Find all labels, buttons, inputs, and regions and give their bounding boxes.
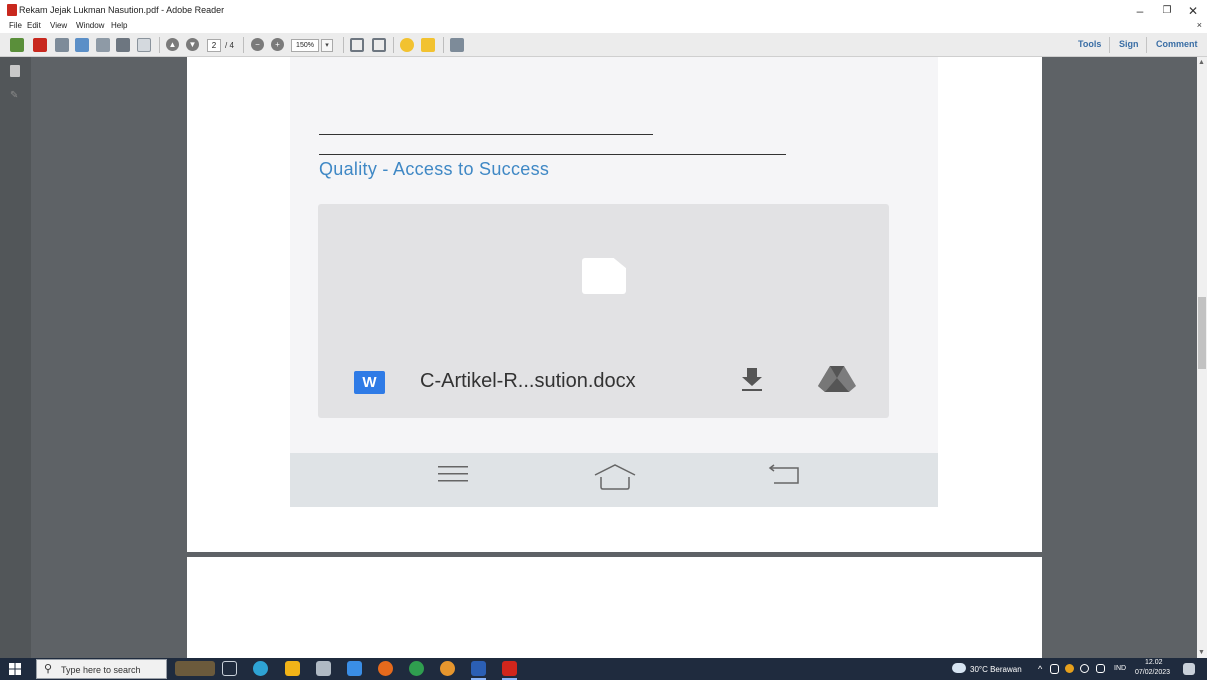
- zoom-dropdown-button[interactable]: ▾: [321, 39, 333, 52]
- edge-icon[interactable]: [253, 661, 268, 676]
- toolbar-divider: [443, 37, 444, 53]
- page-thumbnails-icon[interactable]: [10, 65, 20, 77]
- toolbar-divider: [393, 37, 394, 53]
- restore-button[interactable]: ❐: [1157, 4, 1177, 18]
- zoom-out-icon[interactable]: −: [251, 38, 264, 51]
- navigation-pane: ✎: [0, 57, 31, 658]
- page-number-input[interactable]: 2: [207, 39, 221, 52]
- windows-start-icon[interactable]: [9, 663, 21, 675]
- search-placeholder: Type here to search: [61, 665, 141, 675]
- email-tagline: Quality - Access to Success: [319, 159, 550, 179]
- fit-page-icon[interactable]: [350, 38, 364, 52]
- clock-date[interactable]: 07/02/2023: [1135, 669, 1170, 676]
- language-indicator[interactable]: IND: [1114, 665, 1126, 672]
- create-pdf-icon[interactable]: [10, 38, 24, 52]
- comment-button[interactable]: Comment: [1156, 39, 1198, 49]
- back-icon: [768, 464, 799, 484]
- comment-icon[interactable]: [400, 38, 414, 52]
- pdf-page: [187, 557, 1042, 658]
- signature-line: [319, 134, 653, 135]
- document-viewport[interactable]: Quality - Access to Success W C-Artikel-…: [31, 57, 1197, 658]
- phone-navigation-bar: [290, 453, 938, 507]
- menu-view[interactable]: View: [50, 21, 67, 30]
- adobe-reader-window: Rekam Jejak Lukman Nasution.pdf - Adobe …: [0, 0, 1207, 680]
- pdf-page: Quality - Access to Success W C-Artikel-…: [187, 57, 1042, 552]
- word-app-icon[interactable]: [471, 661, 486, 676]
- windows-taskbar: ⚲ Type here to search 30°C Berawan ^ IND…: [0, 658, 1207, 680]
- weather-icon[interactable]: [952, 663, 966, 673]
- taskbar-search-input[interactable]: ⚲ Type here to search: [36, 659, 167, 679]
- expand-icon[interactable]: [450, 38, 464, 52]
- task-view-icon[interactable]: [222, 661, 237, 676]
- mail-icon[interactable]: [347, 661, 362, 676]
- close-document-button[interactable]: ×: [1197, 20, 1202, 30]
- vertical-scrollbar[interactable]: ▲ ▼: [1197, 57, 1207, 658]
- save-icon[interactable]: [96, 38, 110, 52]
- zoom-level-field[interactable]: 150%: [291, 39, 319, 52]
- fullscreen-icon[interactable]: [372, 38, 386, 52]
- zoom-in-icon[interactable]: +: [271, 38, 284, 51]
- drive-icon: [818, 366, 856, 392]
- highlight-icon[interactable]: [421, 38, 435, 52]
- attachment-file-name: C-Artikel-R...sution.docx: [420, 370, 636, 392]
- network-icon[interactable]: [1096, 664, 1105, 673]
- email-icon[interactable]: [137, 38, 151, 52]
- prev-page-icon[interactable]: ▲: [166, 38, 179, 51]
- minimize-button[interactable]: –: [1130, 4, 1150, 18]
- toolbar-divider: [243, 37, 244, 53]
- home-icon: [594, 464, 636, 490]
- window-title: Rekam Jejak Lukman Nasution.pdf - Adobe …: [19, 5, 225, 15]
- toolbar-divider: [1109, 37, 1110, 53]
- tray-app-icon[interactable]: [1065, 664, 1074, 673]
- menu-edit[interactable]: Edit: [27, 21, 41, 30]
- embedded-phone-screenshot: Quality - Access to Success W C-Artikel-…: [290, 57, 938, 507]
- file-icon: [582, 258, 626, 294]
- attachment-card: W C-Artikel-R...sution.docx: [318, 204, 889, 418]
- weather-text[interactable]: 30°C Berawan: [970, 665, 1022, 674]
- notifications-icon[interactable]: [1183, 663, 1195, 675]
- title-bar: Rekam Jejak Lukman Nasution.pdf - Adobe …: [0, 0, 1207, 22]
- chrome-icon[interactable]: [409, 661, 424, 676]
- scrollbar-thumb[interactable]: [1198, 297, 1206, 369]
- word-icon: W: [354, 371, 385, 394]
- scroll-up-icon[interactable]: ▲: [1198, 59, 1205, 66]
- scroll-down-icon[interactable]: ▼: [1198, 649, 1205, 656]
- tray-app-icon[interactable]: [1050, 664, 1059, 674]
- acrobat-app-icon[interactable]: [502, 661, 517, 676]
- next-page-icon[interactable]: ▼: [186, 38, 199, 51]
- browser-icon[interactable]: [440, 661, 455, 676]
- tray-overflow-chevron-icon[interactable]: ^: [1038, 664, 1042, 674]
- print-icon[interactable]: [116, 38, 130, 52]
- edit-icon[interactable]: [55, 38, 69, 52]
- pdf-logo-icon: [7, 4, 17, 16]
- menu-help[interactable]: Help: [111, 21, 127, 30]
- clock-time[interactable]: 12.02: [1145, 659, 1163, 666]
- search-icon: ⚲: [44, 663, 53, 675]
- signatures-icon[interactable]: ✎: [10, 91, 20, 101]
- toolbar-divider: [159, 37, 160, 53]
- menu-window[interactable]: Window: [76, 21, 104, 30]
- sign-button[interactable]: Sign: [1119, 39, 1139, 49]
- volume-icon[interactable]: [1080, 664, 1089, 673]
- signature-line: [319, 154, 786, 155]
- close-button[interactable]: ✕: [1183, 4, 1203, 18]
- toolbar-divider: [343, 37, 344, 53]
- toolbar-divider: [1146, 37, 1147, 53]
- menu-icon: [438, 466, 468, 482]
- news-widget-icon[interactable]: [175, 661, 215, 676]
- tools-button[interactable]: Tools: [1078, 39, 1101, 49]
- store-icon[interactable]: [316, 661, 331, 676]
- menu-file[interactable]: File: [9, 21, 22, 30]
- firefox-icon[interactable]: [378, 661, 393, 676]
- download-icon: [742, 368, 762, 391]
- menu-bar: File Edit View Window Help ×: [0, 20, 1207, 33]
- toolbar: ▲ ▼ 2 / 4 − + 150% ▾ Tools Sign Comment: [0, 33, 1207, 57]
- cloud-icon[interactable]: [75, 38, 89, 52]
- open-icon[interactable]: [33, 38, 47, 52]
- file-explorer-icon[interactable]: [285, 661, 300, 676]
- page-total: / 4: [225, 41, 234, 50]
